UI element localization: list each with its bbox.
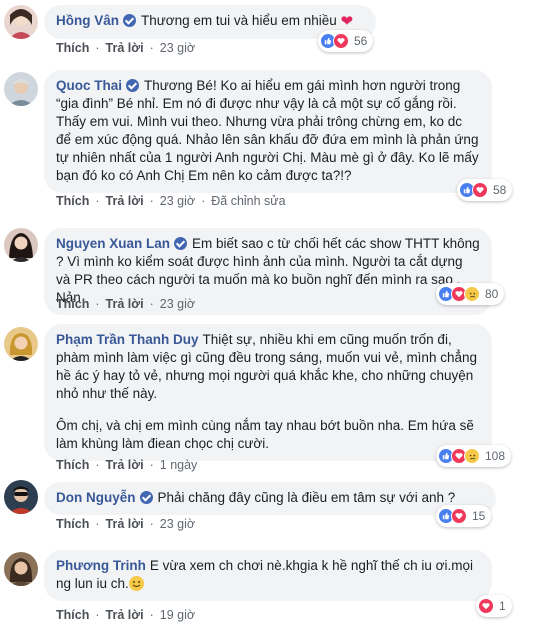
verified-badge-icon xyxy=(126,79,140,92)
avatar[interactable] xyxy=(4,228,38,262)
sad-reaction-icon xyxy=(464,448,480,464)
timestamp[interactable]: 23 giờ xyxy=(160,41,195,55)
love-reaction-icon xyxy=(333,33,349,49)
reaction-count: 1 xyxy=(499,599,506,613)
commenter-name[interactable]: Don Nguyễn xyxy=(56,490,136,505)
edited-label[interactable]: Đã chỉnh sửa xyxy=(211,194,285,208)
avatar[interactable] xyxy=(4,5,38,39)
like-button[interactable]: Thích xyxy=(56,608,89,622)
comment-bubble: Quoc Thai Thương Bé! Ko ai hiểu em gái mì… xyxy=(44,70,492,193)
reaction-count: 56 xyxy=(354,34,368,48)
reply-button[interactable]: Trả lời xyxy=(106,41,144,55)
reaction-summary[interactable]: 80 xyxy=(436,283,505,305)
reaction-summary[interactable]: 1 xyxy=(476,595,512,617)
avatar[interactable] xyxy=(4,552,38,586)
reaction-count: 15 xyxy=(472,509,486,523)
verified-badge-icon xyxy=(139,491,153,504)
reaction-count: 58 xyxy=(493,183,507,197)
avatar[interactable] xyxy=(4,72,38,106)
comment-text: Phải chăng đây cũng là điều em tâm sự vớ… xyxy=(157,490,456,505)
like-button[interactable]: Thích xyxy=(56,458,89,472)
avatar[interactable] xyxy=(4,327,38,361)
comment-actions: Thích · Trả lời · 19 giờ xyxy=(56,608,196,622)
avatar[interactable] xyxy=(4,480,38,514)
comment-actions: Thích · Trả lời · 1 ngày xyxy=(56,458,198,472)
like-button[interactable]: Thích xyxy=(56,517,89,531)
love-reaction-icon xyxy=(451,508,467,524)
smile-emoji-icon xyxy=(128,576,144,591)
verified-badge-icon xyxy=(123,14,136,27)
reply-button[interactable]: Trả lời xyxy=(106,608,144,622)
comment-actions: Thích · Trả lời · 23 giờ · Đã chỉnh sửa xyxy=(56,194,286,208)
reaction-summary[interactable]: 15 xyxy=(436,505,492,527)
love-reaction-icon xyxy=(478,598,494,614)
verified-badge-icon xyxy=(174,237,188,250)
love-reaction-icon xyxy=(472,182,488,198)
timestamp[interactable]: 19 giờ xyxy=(160,608,195,622)
timestamp[interactable]: 23 giờ xyxy=(160,297,195,311)
sad-reaction-icon xyxy=(464,286,480,302)
commenter-name[interactable]: Nguyen Xuan Lan xyxy=(56,236,170,251)
reaction-count: 108 xyxy=(485,449,506,463)
comment-text-paragraph-2: Ôm chị, và chị em mình cùng nắm tay nhau… xyxy=(56,418,474,451)
comment-bubble: Phạm Trần Thanh Duy Thiệt sự, nhiều khi e… xyxy=(44,324,492,461)
reaction-count: 80 xyxy=(485,287,499,301)
reaction-summary[interactable]: 58 xyxy=(457,179,513,201)
comment-text: Thương em tui và hiểu em nhiều xyxy=(141,13,337,28)
reply-button[interactable]: Trả lời xyxy=(106,297,144,311)
commenter-name[interactable]: Quoc Thai xyxy=(56,78,122,93)
timestamp[interactable]: 1 ngày xyxy=(160,458,198,472)
comment-bubble: Phương Trinh E vừa xem ch chơi nè.khgia k… xyxy=(44,550,492,601)
reply-button[interactable]: Trả lời xyxy=(106,517,144,531)
heart-emoji-icon: ❤ xyxy=(340,13,354,30)
reaction-summary[interactable]: 56 xyxy=(318,30,374,52)
like-button[interactable]: Thích xyxy=(56,194,89,208)
comment-text: Thương Bé! Ko ai hiểu em gái mình hơn ng… xyxy=(56,78,479,183)
commenter-name[interactable]: Phương Trinh xyxy=(56,558,146,573)
comment-bubble: Don Nguyễn Phải chăng đây cũng là điều em… xyxy=(44,482,496,515)
reaction-summary[interactable]: 108 xyxy=(436,445,512,467)
timestamp[interactable]: 23 giờ xyxy=(160,194,195,208)
reply-button[interactable]: Trả lời xyxy=(106,194,144,208)
like-button[interactable]: Thích xyxy=(56,41,89,55)
comment-actions: Thích · Trả lời · 23 giờ xyxy=(56,517,196,531)
like-button[interactable]: Thích xyxy=(56,297,89,311)
comment-actions: Thích · Trả lời · 23 giờ xyxy=(56,297,196,311)
comment-actions: Thích · Trả lời · 23 giờ xyxy=(56,41,196,55)
commenter-name[interactable]: Hồng Vân xyxy=(56,13,119,28)
commenter-name[interactable]: Phạm Trần Thanh Duy xyxy=(56,332,199,347)
timestamp[interactable]: 23 giờ xyxy=(160,517,195,531)
reply-button[interactable]: Trả lời xyxy=(106,458,144,472)
